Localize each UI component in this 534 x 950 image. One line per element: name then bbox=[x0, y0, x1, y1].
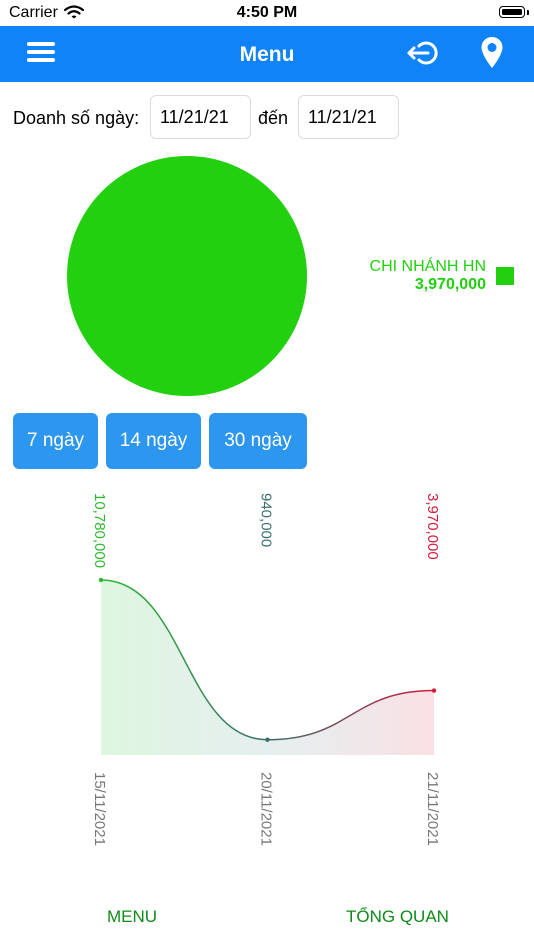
status-time: 4:50 PM bbox=[236, 4, 298, 21]
sales-line-chart: 10,780,000 940,000 3,970,000 15/11/2021 20/… bbox=[91, 493, 441, 846]
page-title: Menu bbox=[239, 43, 295, 66]
logout-icon[interactable] bbox=[406, 38, 440, 68]
x-axis-tick-label: 21/11/2021 bbox=[424, 772, 441, 846]
data-value-label: 3,970,000 bbox=[424, 493, 441, 560]
period-7-days-button[interactable]: 7 ngày bbox=[13, 413, 98, 469]
battery-tip bbox=[527, 10, 529, 15]
pie-legend: CHI NHÁNH HN 3,970,000 bbox=[370, 258, 486, 294]
nav-bar: Menu bbox=[0, 26, 534, 82]
period-30-days-button[interactable]: 30 ngày bbox=[209, 413, 307, 469]
to-label: đến bbox=[258, 108, 289, 128]
status-bar: Carrier 4:50 PM bbox=[0, 0, 534, 26]
data-point bbox=[98, 577, 104, 583]
x-axis-tick-label: 20/11/2021 bbox=[258, 772, 275, 846]
tab-overview[interactable]: TỔNG QUAN bbox=[346, 907, 449, 927]
battery-icon bbox=[499, 6, 525, 18]
data-value-label: 940,000 bbox=[258, 493, 275, 547]
data-point bbox=[431, 688, 437, 693]
from-date-field[interactable]: 11/21/21 bbox=[150, 95, 251, 139]
period-14-days-button[interactable]: 14 ngày bbox=[106, 413, 201, 469]
data-value-label: 10,780,000 bbox=[91, 493, 108, 568]
x-axis-tick-label: 15/11/2021 bbox=[91, 772, 108, 846]
pie-slice bbox=[67, 156, 307, 396]
legend-color-swatch bbox=[496, 267, 514, 285]
legend-series-value: 3,970,000 bbox=[414, 276, 486, 293]
data-point bbox=[265, 737, 270, 742]
location-pin-icon[interactable] bbox=[480, 36, 504, 70]
tab-menu[interactable]: MENU bbox=[107, 907, 157, 927]
to-date-field[interactable]: 11/21/21 bbox=[298, 95, 399, 139]
legend-series-name: CHI NHÁNH HN bbox=[369, 258, 486, 275]
sales-date-label: Doanh số ngày: bbox=[13, 108, 140, 128]
